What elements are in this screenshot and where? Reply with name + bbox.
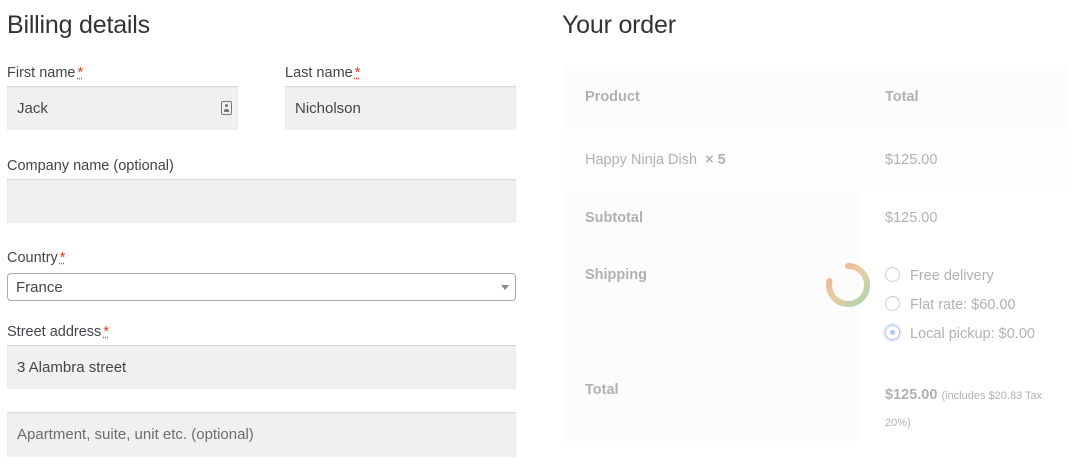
required-marker: * <box>354 65 361 81</box>
dropdown-arrow-icon <box>501 285 509 290</box>
total-label: Total <box>585 382 619 398</box>
total-column-header: Total <box>885 89 919 105</box>
order-header-row: Product Total <box>562 65 1070 130</box>
shipping-option-flat-rate[interactable]: Flat rate: $60.00 <box>885 296 1016 313</box>
street-address-line2-input[interactable]: Apartment, suite, unit etc. (optional) <box>7 412 516 457</box>
radio-button-selected[interactable] <box>885 325 900 340</box>
required-marker: * <box>59 250 66 266</box>
product-total: $125.00 <box>885 152 938 168</box>
contact-card-icon[interactable] <box>221 101 232 115</box>
order-footer: Subtotal $125.00 Shipping Free delivery … <box>562 191 1070 441</box>
shipping-label: Shipping <box>585 267 648 283</box>
shipping-option-local-pickup[interactable]: Local pickup: $0.00 <box>885 325 1035 342</box>
subtotal-value: $125.00 <box>885 210 938 226</box>
billing-title: Billing details <box>7 11 150 39</box>
order-total: $125.00 (includes $20.83 Tax 20%) <box>885 387 1043 429</box>
subtotal-label: Subtotal <box>585 210 643 226</box>
last-name-label: Last name * <box>285 65 361 81</box>
product-column-header: Product <box>585 89 640 105</box>
country-label: Country * <box>7 250 66 266</box>
radio-button[interactable] <box>885 267 900 282</box>
order-item-row: Happy Ninja Dish × 5 $125.00 <box>562 130 1070 191</box>
shipping-option-free[interactable]: Free delivery <box>885 267 994 284</box>
country-select[interactable]: France <box>7 273 516 301</box>
order-title: Your order <box>562 11 676 39</box>
radio-button[interactable] <box>885 296 900 311</box>
first-name-input[interactable]: Jack <box>7 86 238 130</box>
last-name-input[interactable]: Nicholson <box>285 86 516 130</box>
required-marker: * <box>103 324 109 340</box>
company-name-input[interactable] <box>7 179 516 223</box>
street-address-label: Street address * <box>7 324 109 340</box>
first-name-label: First name * <box>7 65 84 81</box>
checkout-page: Billing details First name * Jack Last na… <box>0 0 1078 468</box>
required-marker: * <box>77 65 84 81</box>
order-footer-label-column <box>562 191 859 441</box>
product-name: Happy Ninja Dish × 5 <box>585 152 726 168</box>
company-name-label: Company name (optional) <box>7 158 174 174</box>
street-address-input[interactable]: 3 Alambra street <box>7 345 516 389</box>
loading-spinner-icon <box>826 262 871 307</box>
product-quantity: × 5 <box>705 152 726 168</box>
